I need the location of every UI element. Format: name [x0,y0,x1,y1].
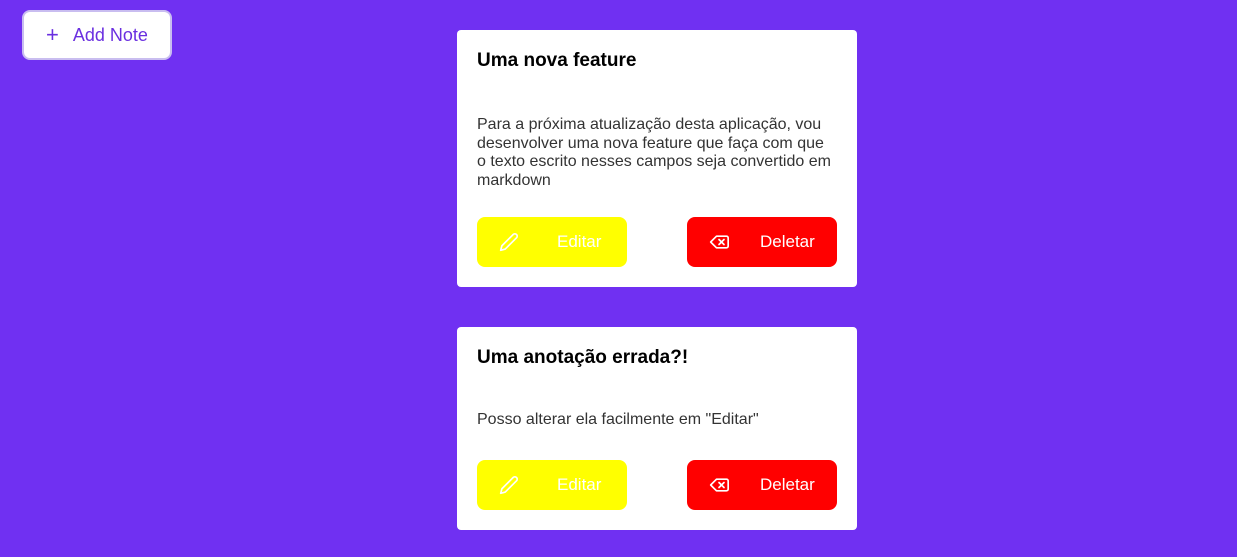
pencil-icon [499,232,519,252]
plus-icon: + [46,22,59,47]
edit-button[interactable]: Editar [477,460,627,510]
pencil-icon [499,475,519,495]
note-title: Uma anotação errada?! [477,347,689,368]
note-body: Posso alterar ela facilmente em "Editar" [477,411,759,428]
delete-button[interactable]: Deletar [687,460,837,510]
note-body: Para a próxima atualização desta aplicaç… [477,116,831,189]
note-title: Uma nova feature [477,50,637,71]
edit-label: Editar [557,475,602,494]
add-note-label: Add Note [72,24,148,45]
note-card: Uma nova feature Para a próxima atualiza… [457,30,857,287]
backspace-icon [709,475,729,495]
add-note-button[interactable]: + Add Note [22,10,172,60]
delete-button[interactable]: Deletar [687,217,837,267]
delete-label: Deletar [760,232,815,251]
delete-label: Deletar [760,475,815,494]
backspace-icon [709,232,729,252]
note-card: Uma anotação errada?! Posso alterar ela … [457,327,857,530]
edit-button[interactable]: Editar [477,217,627,267]
edit-label: Editar [557,232,602,251]
